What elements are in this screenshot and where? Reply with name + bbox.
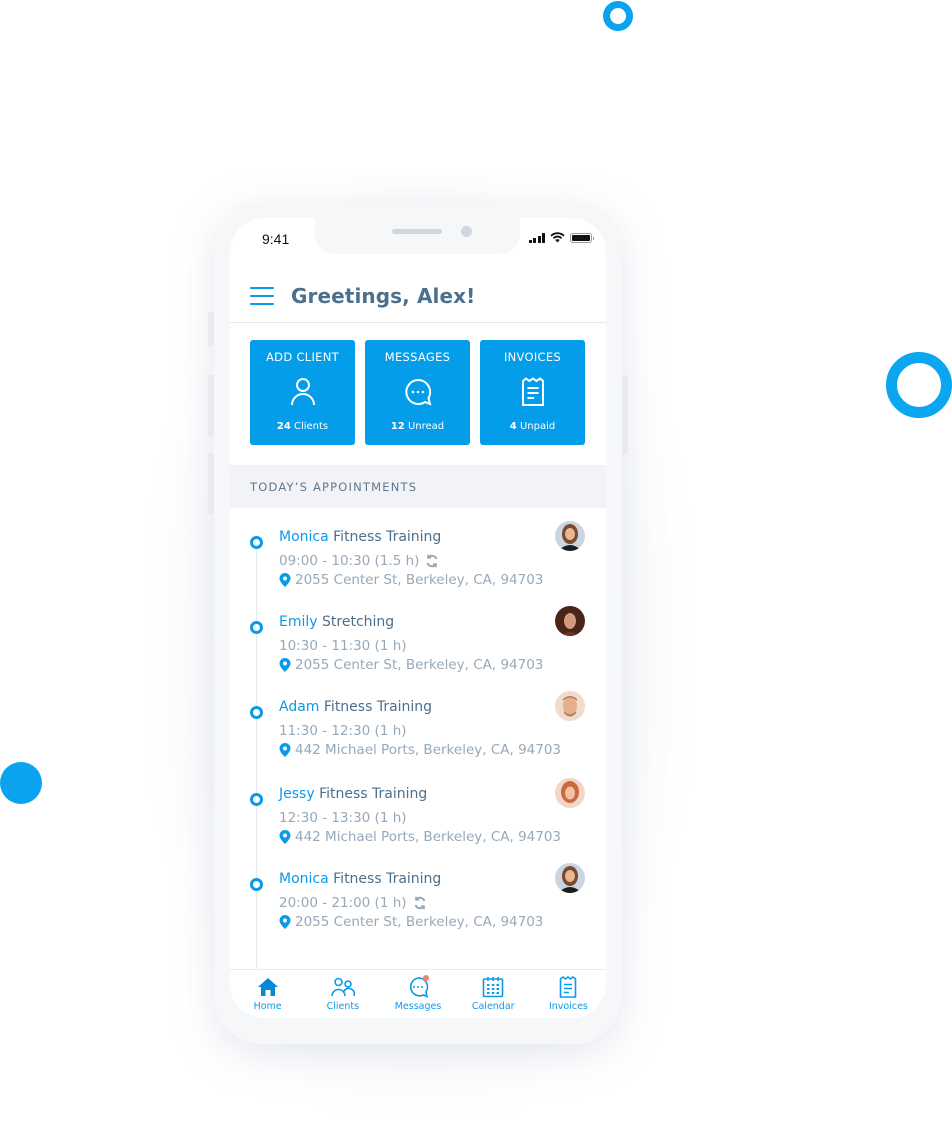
- menu-icon[interactable]: [250, 287, 274, 305]
- tab-label: Messages: [394, 1001, 442, 1012]
- unread-badge: [423, 975, 429, 981]
- tab-label: Home: [253, 1001, 282, 1012]
- tab-label: Invoices: [548, 1001, 588, 1012]
- decorative-dot: [0, 762, 42, 804]
- speaker: [392, 229, 442, 234]
- section-header: TODAY’S APPOINTMENTS: [230, 465, 606, 508]
- timeline-dot-icon: [250, 621, 263, 634]
- appointment-title: Emily Stretching: [279, 614, 395, 630]
- tile-count: 4 Unpaid: [509, 421, 556, 432]
- home-icon: [256, 975, 280, 999]
- tab-clients[interactable]: Clients: [305, 970, 380, 1018]
- appointment-item[interactable]: Adam Fitness Training 11:30 - 12:30 (1 h…: [230, 691, 606, 779]
- status-time: 9:41: [262, 231, 290, 247]
- status-icons: [528, 232, 594, 243]
- location-pin-icon: [279, 573, 291, 587]
- wifi-icon: [550, 232, 565, 243]
- appointment-time: 09:00 - 10:30 (1.5 h): [279, 553, 439, 569]
- appointment-address: 442 Michael Ports, Berkeley, CA, 94703: [279, 829, 561, 845]
- tab-messages[interactable]: Messages: [380, 970, 455, 1018]
- appointment-item[interactable]: Monica Fitness Training 20:00 - 21:00 (1…: [230, 863, 606, 951]
- appointment-address: 2055 Center St, Berkeley, CA, 94703: [279, 572, 543, 588]
- tab-invoices[interactable]: Invoices: [531, 970, 606, 1018]
- appointment-time: 20:00 - 21:00 (1 h): [279, 895, 427, 911]
- tile-count: 12 Unread: [390, 421, 445, 432]
- decorative-ring-small: [603, 1, 633, 31]
- appointment-title: Adam Fitness Training: [279, 699, 433, 715]
- invoices-tile[interactable]: INVOICES 4 Unpaid: [480, 340, 585, 445]
- tab-home[interactable]: Home: [230, 970, 305, 1018]
- page-title: Greetings, Alex!: [291, 284, 476, 308]
- client-avatar[interactable]: [555, 606, 585, 636]
- appointment-time: 12:30 - 13:30 (1 h): [279, 810, 407, 826]
- tab-label: Clients: [326, 1001, 360, 1012]
- recurring-icon: [414, 896, 425, 910]
- appointment-item[interactable]: Jessy Fitness Training 12:30 - 13:30 (1 …: [230, 778, 606, 866]
- client-avatar[interactable]: [555, 521, 585, 551]
- messages-tile[interactable]: MESSAGES 12 Unread: [365, 340, 470, 445]
- appointment-item[interactable]: Monica Fitness Training 09:00 - 10:30 (1…: [230, 521, 606, 609]
- timeline-dot-icon: [250, 536, 263, 549]
- client-avatar[interactable]: [555, 778, 585, 808]
- timeline-dot-icon: [250, 706, 263, 719]
- add-client-tile[interactable]: ADD CLIENT 24 Clients: [250, 340, 355, 445]
- chat-bubble-icon: [402, 376, 434, 408]
- appointment-time: 10:30 - 11:30 (1 h): [279, 638, 407, 654]
- appointment-title: Jessy Fitness Training: [279, 786, 428, 802]
- tab-label: Calendar: [471, 1001, 515, 1012]
- app-header: Greetings, Alex!: [230, 270, 606, 322]
- tile-label: INVOICES: [503, 350, 562, 364]
- client-avatar[interactable]: [555, 863, 585, 893]
- bottom-tab-bar: Home Clients Messages Calendar Invoices: [230, 969, 606, 1018]
- battery-icon: [570, 232, 594, 243]
- client-name[interactable]: Monica: [279, 871, 329, 887]
- tile-label: MESSAGES: [384, 350, 451, 364]
- calendar-icon: [481, 975, 505, 999]
- appointment-title: Monica Fitness Training: [279, 529, 442, 545]
- quick-action-tiles: ADD CLIENT 24 Clients MESSAGES 12 Unread: [250, 340, 585, 445]
- location-pin-icon: [279, 743, 291, 757]
- timeline-dot-icon: [250, 793, 263, 806]
- client-name[interactable]: Monica: [279, 529, 329, 545]
- appointment-address: 442 Michael Ports, Berkeley, CA, 94703: [279, 742, 561, 758]
- tab-calendar[interactable]: Calendar: [456, 970, 531, 1018]
- appointment-item[interactable]: Emily Stretching 10:30 - 11:30 (1 h) 205…: [230, 606, 606, 694]
- appointment-title: Monica Fitness Training: [279, 871, 442, 887]
- header-divider: [230, 322, 606, 323]
- location-pin-icon: [279, 915, 291, 929]
- phone-screen: 9:41 Greetings, Alex! ADD CLIENT 24 Clie…: [230, 218, 606, 1018]
- client-avatar[interactable]: [555, 691, 585, 721]
- client-name[interactable]: Adam: [279, 699, 319, 715]
- appointment-address: 2055 Center St, Berkeley, CA, 94703: [279, 914, 543, 930]
- location-pin-icon: [279, 658, 291, 672]
- recurring-icon: [426, 554, 438, 568]
- signal-icon: [528, 232, 545, 243]
- receipt-icon: [517, 376, 549, 408]
- clients-icon: [330, 975, 355, 999]
- front-camera: [461, 226, 472, 237]
- notch: [315, 218, 520, 254]
- section-title: TODAY’S APPOINTMENTS: [250, 479, 418, 494]
- appointment-time: 11:30 - 12:30 (1 h): [279, 723, 407, 739]
- person-icon: [287, 376, 319, 408]
- invoices-icon: [556, 975, 580, 999]
- location-pin-icon: [279, 830, 291, 844]
- appointment-address: 2055 Center St, Berkeley, CA, 94703: [279, 657, 543, 673]
- client-name[interactable]: Jessy: [279, 786, 315, 802]
- timeline-dot-icon: [250, 878, 263, 891]
- client-name[interactable]: Emily: [279, 614, 318, 630]
- messages-icon: [406, 975, 430, 999]
- decorative-ring-large: [886, 352, 952, 418]
- tile-label: ADD CLIENT: [266, 350, 339, 364]
- tile-count: 24 Clients: [276, 421, 329, 432]
- phone-power-button: [622, 376, 628, 454]
